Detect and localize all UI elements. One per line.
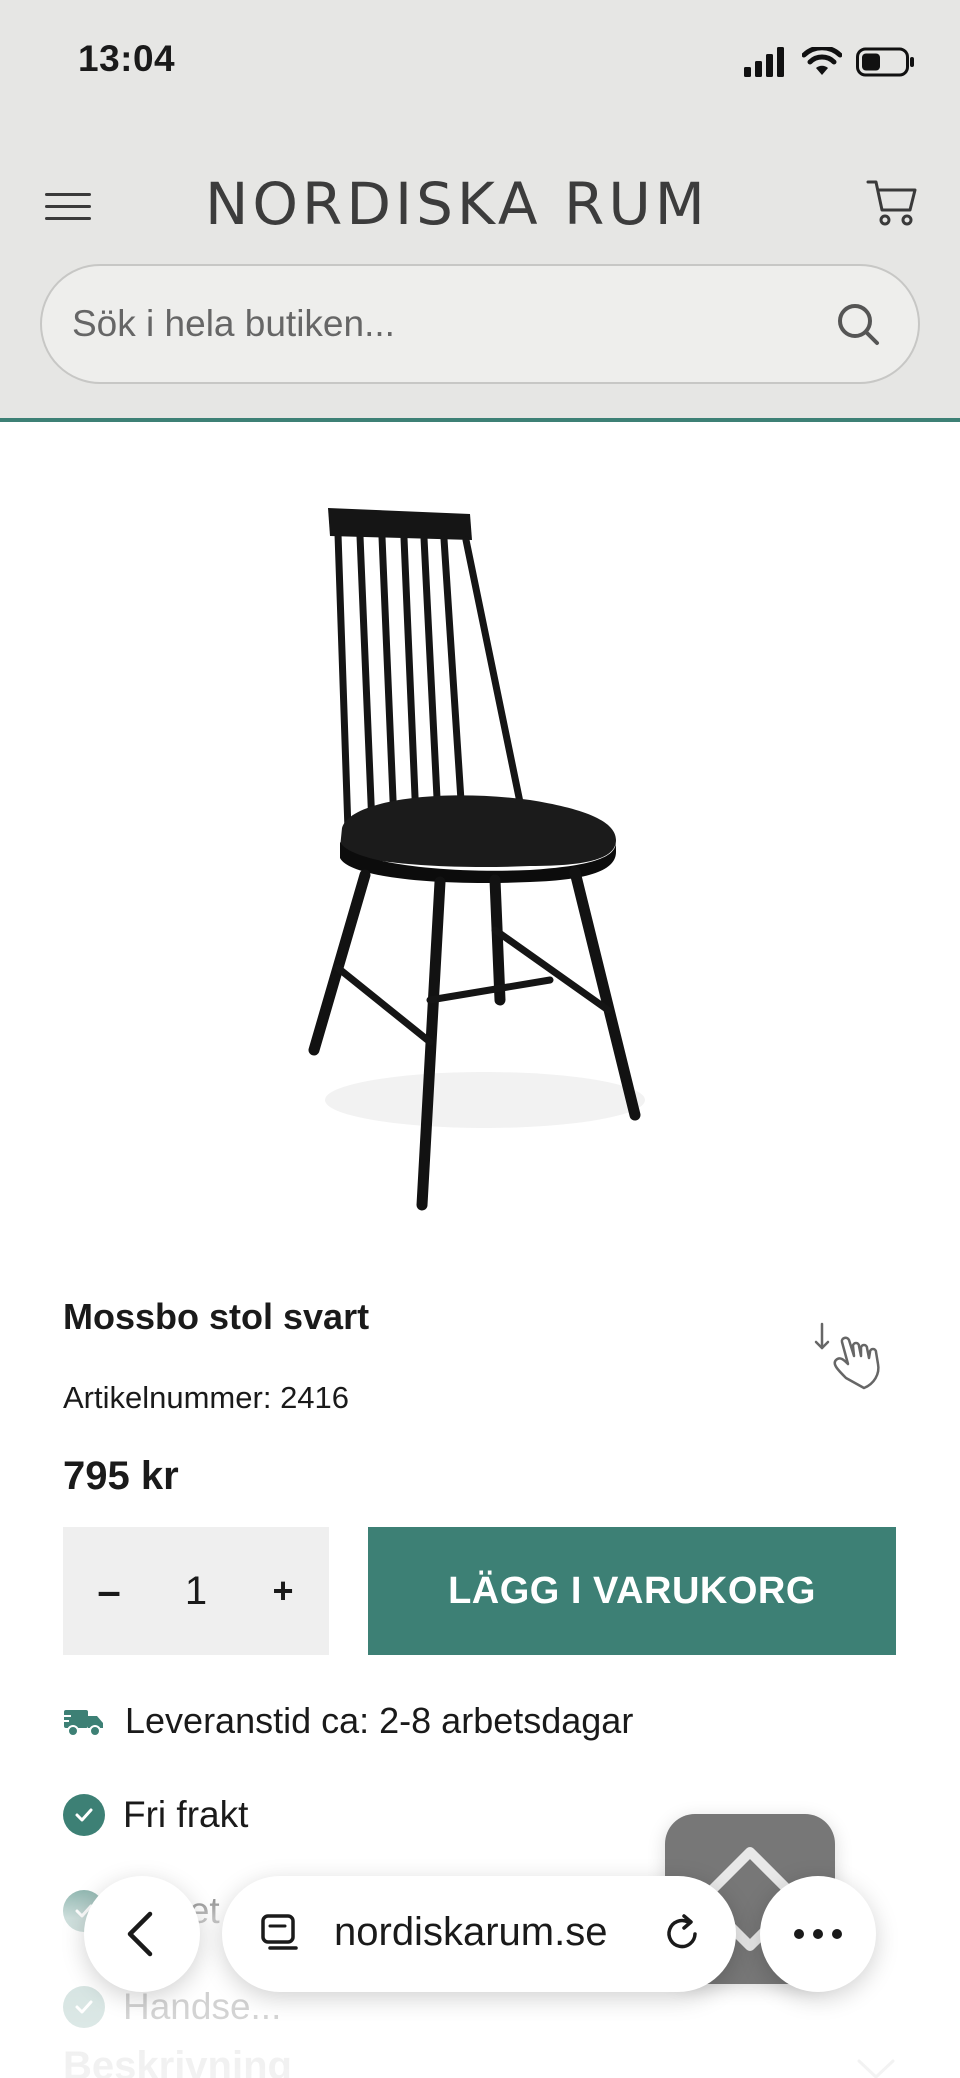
description-heading[interactable]: Beskrivning [63, 2044, 292, 2078]
address-bar[interactable]: nordiskarum.se [222, 1876, 736, 1992]
back-icon [127, 1911, 153, 1957]
browser-toolbar: nordiskarum.se [0, 1872, 960, 2002]
more-icon[interactable] [760, 1876, 876, 1992]
status-bar: 13:04 [0, 0, 960, 110]
status-icons [744, 44, 916, 80]
quantity-decrease-button[interactable]: – [79, 1561, 139, 1621]
add-to-cart-button[interactable]: LÄGG I VARUKORG [368, 1527, 896, 1655]
delivery-text: Leveranstid ca: 2-8 arbetsdagar [125, 1700, 634, 1741]
article-number: Artikelnummer: 2416 [63, 1380, 349, 1416]
logo-text: NORDISKA RUM [205, 170, 709, 238]
status-time: 13:04 [78, 38, 176, 79]
search-bar [40, 264, 920, 384]
product-title: Mossbo stol svart [63, 1296, 370, 1337]
article-value: 2416 [280, 1380, 350, 1415]
product-price: 795 kr [63, 1454, 179, 1498]
product-image[interactable] [290, 490, 680, 1220]
check-icon [63, 1794, 105, 1836]
quantity-stepper: – 1 + [63, 1527, 329, 1655]
article-label: Artikelnummer: [63, 1380, 272, 1415]
usp-item: Fri frakt [63, 1790, 248, 1840]
tabs-icon[interactable] [258, 1912, 302, 1956]
battery-icon [856, 47, 914, 77]
back-button[interactable] [84, 1876, 200, 1992]
site-logo[interactable]: NORDISKA RUM [205, 154, 765, 244]
menu-icon[interactable] [38, 178, 98, 234]
reload-icon[interactable] [660, 1912, 704, 1956]
delivery-info: Leveranstid ca: 2-8 arbetsdagar [63, 1696, 633, 1746]
usp-text: Fri frakt [123, 1794, 249, 1835]
chevron-down-icon[interactable] [856, 2058, 896, 2078]
cart-icon[interactable] [862, 172, 922, 232]
search-icon[interactable] [834, 300, 882, 348]
signal-icon [744, 47, 784, 77]
url-text[interactable]: nordiskarum.se [334, 1910, 607, 1955]
search-input[interactable] [72, 266, 832, 382]
quantity-increase-button[interactable]: + [253, 1561, 313, 1621]
wifi-icon [802, 47, 842, 75]
truck-icon [63, 1710, 103, 1737]
quantity-value[interactable]: 1 [163, 1561, 229, 1621]
scroll-hint-icon [814, 1322, 880, 1390]
site-header: NORDISKA RUM [0, 110, 960, 422]
